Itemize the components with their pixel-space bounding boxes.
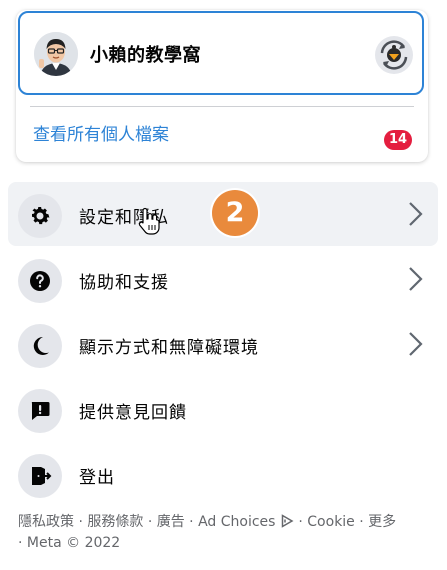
- menu-item-help-support[interactable]: 協助和支援: [8, 247, 438, 311]
- footer-separator: ·: [359, 514, 364, 530]
- footer-separator: ·: [18, 535, 23, 551]
- footer-link-more[interactable]: 更多: [368, 514, 396, 530]
- chevron-right-icon: [406, 330, 426, 358]
- question-icon: [18, 259, 62, 303]
- menu-item-label: 顯示方式和無障礙環境: [79, 338, 259, 358]
- footer-separator: ·: [78, 514, 83, 530]
- menu-item-label: 協助和支援: [79, 273, 169, 293]
- ad-choices-label: Ad Choices: [198, 514, 276, 530]
- footer-separator: ·: [189, 514, 194, 530]
- menu-item-label: 登出: [79, 468, 115, 488]
- footer-link-ad-choices[interactable]: Ad Choices: [198, 514, 294, 530]
- chevron-right-icon: [406, 265, 426, 293]
- footer-link-privacy[interactable]: 隱私政策: [18, 514, 74, 530]
- switch-profile-icon[interactable]: [374, 35, 414, 75]
- feedback-icon: [18, 389, 62, 433]
- footer-link-terms[interactable]: 服務條款: [87, 514, 143, 530]
- step-number-badge: 2: [212, 190, 258, 236]
- user-avatar-icon: [34, 32, 78, 76]
- menu-item-logout[interactable]: 登出: [8, 442, 438, 506]
- chevron-right-icon: [406, 200, 426, 228]
- footer-copyright: Meta © 2022: [26, 535, 121, 551]
- footer-link-ads[interactable]: 廣告: [157, 514, 185, 530]
- moon-icon: [18, 324, 62, 368]
- menu-item-display-accessibility[interactable]: 顯示方式和無障礙環境: [8, 312, 438, 376]
- hand-cursor-icon: [138, 206, 162, 236]
- menu-item-give-feedback[interactable]: 提供意見回饋: [8, 377, 438, 441]
- gear-icon: [18, 194, 62, 238]
- logout-icon: [18, 454, 62, 498]
- notification-count-badge: 14: [384, 130, 412, 150]
- footer-separator: ·: [298, 514, 303, 530]
- profile-card: 小賴的教學窩 查看所有個人檔案 14: [16, 10, 428, 162]
- view-all-profiles-link[interactable]: 查看所有個人檔案: [33, 120, 169, 145]
- profile-row[interactable]: 小賴的教學窩: [18, 11, 424, 95]
- footer-link-cookie[interactable]: Cookie: [307, 514, 355, 530]
- footer-links: 隱私政策 · 服務條款 · 廣告 · Ad Choices · Cookie ·…: [18, 512, 432, 554]
- profile-name: 小賴的教學窩: [90, 45, 201, 66]
- footer-separator: ·: [147, 514, 153, 530]
- menu-item-label: 提供意見回饋: [79, 403, 187, 423]
- divider: [30, 106, 414, 107]
- ad-choices-icon: [281, 514, 294, 528]
